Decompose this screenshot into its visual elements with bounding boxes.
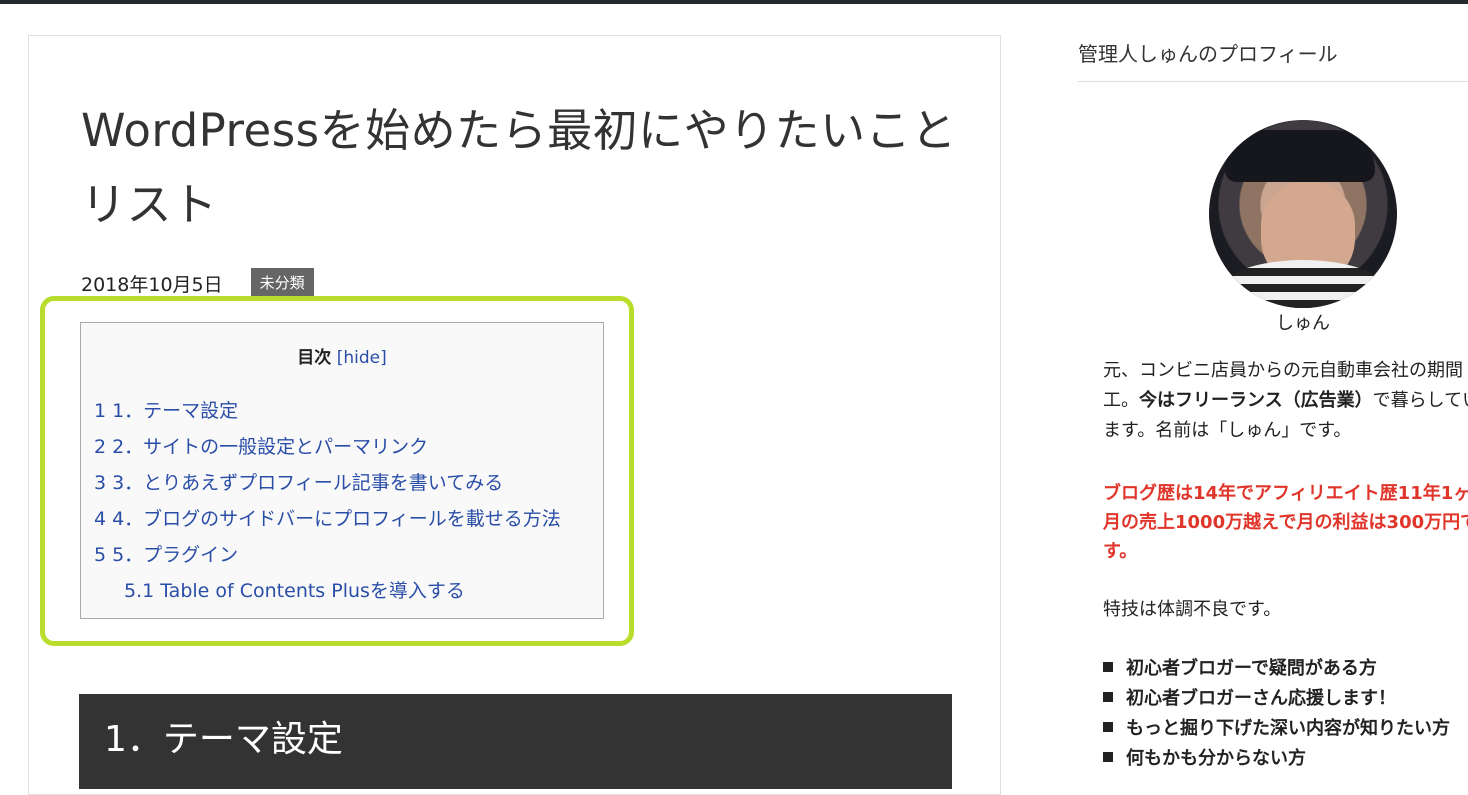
profile-avatar xyxy=(1209,120,1397,308)
toc-label: 3．とりあえずプロフィール記事を書いてみる xyxy=(112,472,504,494)
post-title: WordPressを始めたら最初にやりたいことリスト xyxy=(81,104,957,231)
bio-line-2-strong: 今はフリーランス（広告業） xyxy=(1139,390,1373,411)
bullet-item: もっと掘り下げた深い内容が知りたい方 xyxy=(1103,714,1450,744)
avatar-cap xyxy=(1225,130,1375,182)
toc-item-4[interactable]: 4 4．ブログのサイドバーにプロフィールを載せる方法 xyxy=(94,501,561,537)
toc-item-1[interactable]: 1 1．テーマ設定 xyxy=(94,393,561,429)
toc-number: 2 xyxy=(94,436,107,458)
bio-line-3: ます。名前は「しゅん」です。 xyxy=(1103,420,1352,441)
toc-number: 5.1 xyxy=(124,580,155,602)
post-date: 2018年10月5日 xyxy=(81,273,223,296)
toc-title: 目次 xyxy=(297,348,332,368)
toc-item-3[interactable]: 3 3．とりあえずプロフィール記事を書いてみる xyxy=(94,465,561,501)
toc-number: 5 xyxy=(94,544,107,566)
article-card: WordPressを始めたら最初にやりたいことリスト 2018年10月5日 未分… xyxy=(28,35,1001,795)
bullet-text: 初心者ブロガーで疑問がある方 xyxy=(1126,658,1377,679)
square-bullet-icon xyxy=(1103,722,1113,732)
table-of-contents: 目次 [hide] 1 1．テーマ設定 2 2．サイトの一般設定とパーマリンク 33… xyxy=(80,322,604,619)
profile-name: しゅん xyxy=(1276,313,1330,334)
profile-widget-title: 管理人しゅんのプロフィール xyxy=(1078,42,1338,66)
widget-divider xyxy=(1078,81,1468,82)
profile-skill-text: 特技は体調不良です。 xyxy=(1103,599,1282,620)
bullet-item: 初心者ブロガーさん応援します！ xyxy=(1103,684,1450,714)
toc-number: 4 xyxy=(94,508,107,530)
profile-bullet-list: 初心者ブロガーで疑問がある方 初心者ブロガーさん応援します！ もっと掘り下げた深… xyxy=(1103,654,1450,774)
section-title: 1．テーマ設定 xyxy=(104,719,343,760)
toc-label: 5．プラグイン xyxy=(112,544,239,566)
bullet-text: もっと掘り下げた深い内容が知りたい方 xyxy=(1126,718,1450,739)
profile-bio: 元、コンビニ店員からの元自動車会社の期間 工。今はフリーランス（広告業）で暮らし… xyxy=(1103,356,1468,446)
bullet-item: 何もかも分からない方 xyxy=(1103,744,1450,774)
category-badge[interactable]: 未分類 xyxy=(250,267,314,299)
toc-label: 4．ブログのサイドバーにプロフィールを載せる方法 xyxy=(112,508,561,530)
bullet-text: 何もかも分からない方 xyxy=(1126,748,1306,769)
toc-label: Table of Contents Plusを導入する xyxy=(160,580,465,602)
toc-list: 1 1．テーマ設定 2 2．サイトの一般設定とパーマリンク 3 3．とりあえずプロフィ… xyxy=(94,393,561,609)
square-bullet-icon xyxy=(1103,752,1113,762)
bio-line-1: 元、コンビニ店員からの元自動車会社の期間 xyxy=(1103,360,1463,381)
toc-label: 2．サイトの一般設定とパーマリンク xyxy=(112,436,429,458)
profile-highlight-text: ブログ歴は14年でアフィリエイト歴11年1ヶ月の売上1000万越えで月の利益は3… xyxy=(1103,483,1468,562)
bio-line-2-prefix: 工。 xyxy=(1103,390,1139,411)
toc-item-2[interactable]: 2 2．サイトの一般設定とパーマリンク xyxy=(94,429,561,465)
toc-item-5-1[interactable]: 5.1 Table of Contents Plusを導入する xyxy=(94,573,561,609)
avatar-shirt xyxy=(1221,260,1385,308)
bio-line-2: 工。今はフリーランス（広告業）で暮らしてい xyxy=(1103,386,1468,416)
bullet-item: 初心者ブロガーで疑問がある方 xyxy=(1103,654,1450,684)
section-heading-bar: 1．テーマ設定 xyxy=(79,694,952,789)
toc-hide-link[interactable]: [hide] xyxy=(337,348,387,368)
toc-number: 3 xyxy=(94,472,107,494)
sidebar: 管理人しゅんのプロフィール しゅん 元、コンビニ店員からの元自動車会社の期間 工… xyxy=(1078,0,1468,781)
toc-item-5[interactable]: 5 5．プラグイン xyxy=(94,537,561,573)
post-meta: 2018年10月5日 未分類 xyxy=(81,267,314,299)
toc-number: 1 xyxy=(94,400,107,422)
square-bullet-icon xyxy=(1103,662,1113,672)
square-bullet-icon xyxy=(1103,692,1113,702)
bullet-text: 初心者ブロガーさん応援します！ xyxy=(1126,688,1396,709)
toc-header: 目次 [hide] xyxy=(81,343,603,368)
toc-label: 1．テーマ設定 xyxy=(112,400,239,422)
bio-line-2-suffix: で暮らしてい xyxy=(1372,390,1468,411)
